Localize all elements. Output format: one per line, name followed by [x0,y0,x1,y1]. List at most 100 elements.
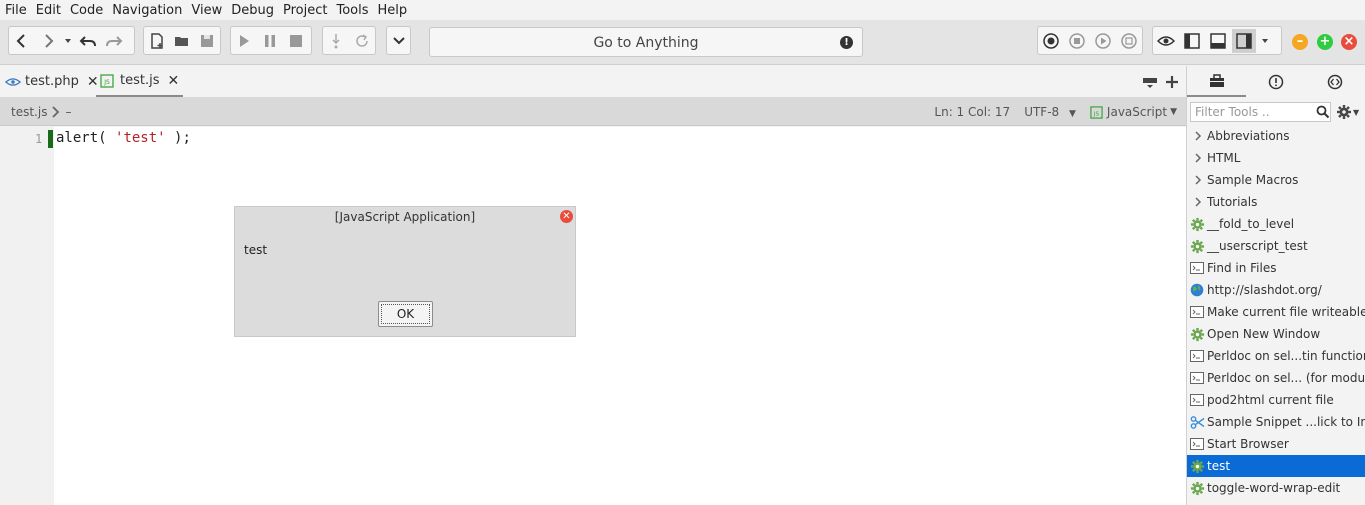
save-button[interactable] [196,29,219,53]
tool-item[interactable]: __userscript_test [1187,235,1365,257]
menu-project[interactable]: Project [283,3,327,18]
tool-item-label: Find in Files [1207,261,1277,275]
tool-item-label: http://slashdot.org/ [1207,283,1322,297]
chevron-right-icon [1191,128,1205,144]
tool-item[interactable]: test [1187,455,1365,477]
tool-item[interactable]: Sample Macros [1187,169,1365,191]
undo-button[interactable] [76,29,100,53]
tool-item[interactable]: http://slashdot.org/ [1187,279,1365,301]
menu-tools[interactable]: Tools [336,3,368,18]
js-file-icon: JS [1090,105,1103,119]
plus-icon: + [1319,34,1331,49]
redo-button[interactable] [102,29,126,53]
close-window-button[interactable]: × [1341,34,1357,50]
tool-item[interactable]: __fold_to_level [1187,213,1365,235]
chevron-down-button[interactable] [388,29,409,53]
code-editor[interactable]: 1 alert( 'test' ); [0,127,1186,505]
tool-item[interactable]: Sample Snippet ...lick to Insert [1187,411,1365,433]
tab-toolbox[interactable] [1187,66,1246,97]
toggle-right-pane-button[interactable] [1232,28,1256,53]
warning-icon[interactable]: ! [840,36,853,49]
play-macro-button[interactable] [1091,29,1115,53]
code-line[interactable]: alert( 'test' ); [56,130,191,146]
step-in-button[interactable] [324,29,348,53]
split-view-icon[interactable] [1142,74,1158,90]
macro-gear-icon [1189,238,1205,254]
pause-button[interactable] [258,29,282,53]
filter-tools-input[interactable] [1191,103,1309,121]
macro-gear-icon [1189,458,1205,474]
run-button[interactable] [232,29,256,53]
history-dropdown-button[interactable] [62,29,74,53]
new-file-button[interactable] [145,29,168,53]
toolbox-panel: ▼ Abbreviations HTML Sample Macros Tutorial… [1186,66,1365,505]
tool-item[interactable]: Make current file writeable [1187,301,1365,323]
go-to-anything-label: Go to Anything [593,35,699,51]
menu-navigation[interactable]: Navigation [112,3,182,18]
menu-help[interactable]: Help [378,3,408,18]
arrow-left-icon [16,33,25,48]
language-label: JavaScript [1106,105,1168,119]
language-selector[interactable]: JS JavaScript ▼ [1090,105,1177,119]
recording-button-group [1037,26,1143,55]
go-to-anything-field[interactable]: Go to Anything ! [429,27,863,57]
open-file-button[interactable] [170,29,193,53]
tab-test-js[interactable]: JS test.js ✕ [96,66,184,97]
tool-item[interactable]: toggle-word-wrap-edit [1187,477,1365,499]
left-pane-icon [1184,32,1200,49]
ok-button[interactable]: OK [378,301,433,327]
menu-edit[interactable]: Edit [36,3,61,18]
globe-icon [1189,282,1205,298]
tab-code-browser[interactable] [1305,66,1364,97]
tool-item[interactable]: Perldoc on sel... (for modules) [1187,367,1365,389]
stop-button[interactable] [284,29,308,53]
menu-code[interactable]: Code [70,3,103,18]
stop-recording-button[interactable] [1065,29,1089,53]
tool-item-label: Perldoc on sel...tin functions) [1207,349,1365,363]
save-macro-button[interactable] [1117,29,1141,53]
tool-item[interactable]: Find in Files [1187,257,1365,279]
tool-item[interactable]: pod2html current file [1187,389,1365,411]
search-icon[interactable] [1316,105,1330,119]
reload-button[interactable] [350,29,374,53]
back-button[interactable] [10,29,34,53]
tool-item[interactable]: Start Browser [1187,433,1365,455]
macro-button-group [230,26,312,55]
step-button-group [322,26,376,55]
toolbox-settings-button[interactable]: ▼ [1336,104,1359,120]
code-circle-icon [1327,74,1342,89]
pane-dropdown-button[interactable] [1258,29,1272,53]
svg-text:JS: JS [1093,111,1100,117]
tool-item[interactable]: Perldoc on sel...tin functions) [1187,345,1365,367]
right-pane-icon [1236,32,1252,49]
toolbar-dropdown-button[interactable] [386,26,411,55]
tab-label: test.php [25,74,79,89]
tab-test-php[interactable]: test.php ✕ [5,66,99,97]
record-macro-button[interactable] [1039,29,1063,53]
encoding-selector[interactable]: UTF-8 ▼ [1024,105,1076,119]
breadcrumb-file[interactable]: test.js [11,105,47,119]
minimize-button[interactable]: – [1292,34,1308,50]
toggle-bottom-pane-button[interactable] [1206,29,1230,53]
focus-mode-button[interactable] [1154,29,1178,53]
menu-view[interactable]: View [191,3,222,18]
dialog-close-button[interactable]: ✕ [560,210,573,223]
toggle-left-pane-button[interactable] [1180,29,1204,53]
tool-item-label: __fold_to_level [1207,217,1295,231]
tab-notifications[interactable] [1246,66,1305,97]
maximize-button[interactable]: + [1317,34,1333,50]
forward-button[interactable] [36,29,60,53]
save-icon [201,34,214,47]
tool-item[interactable]: Open New Window [1187,323,1365,345]
menu-file[interactable]: File [5,3,27,18]
close-tab-icon[interactable]: ✕ [167,73,179,89]
tool-item[interactable]: HTML [1187,147,1365,169]
breadcrumb-symbol[interactable]: – [65,105,71,119]
tool-item-label: Perldoc on sel... (for modules) [1207,371,1365,385]
code-token: ); [165,130,191,146]
filter-tools-field [1190,102,1331,122]
new-tab-icon[interactable] [1164,74,1180,90]
tool-item[interactable]: Abbreviations [1187,125,1365,147]
menu-debug[interactable]: Debug [231,3,274,18]
tool-item[interactable]: Tutorials [1187,191,1365,213]
